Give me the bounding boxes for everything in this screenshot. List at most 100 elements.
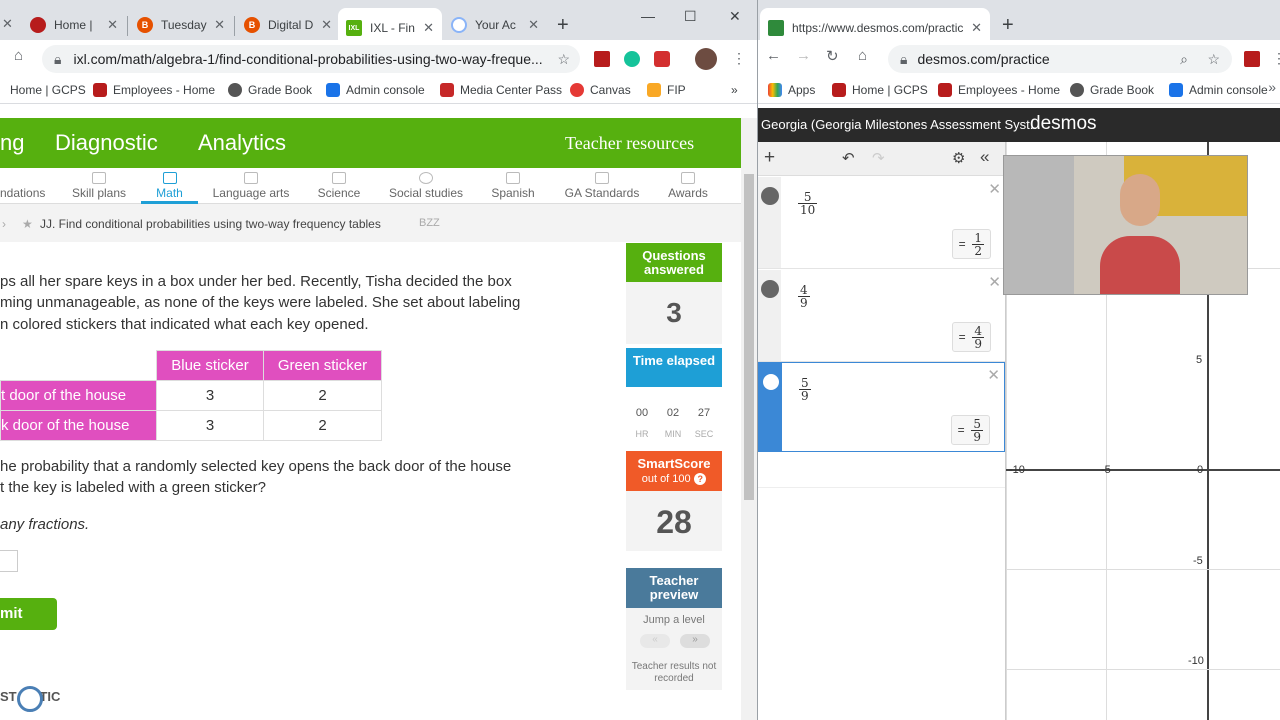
bookmark-label: Media Center Pass: [460, 83, 563, 97]
subnav-skill-plans[interactable]: Skill plans: [70, 172, 128, 200]
row-header: t door of the house: [0, 380, 157, 411]
maximize-icon[interactable]: ☐: [684, 8, 697, 25]
add-expression-icon[interactable]: +: [764, 147, 775, 169]
delete-expression-icon[interactable]: ✕: [987, 366, 1000, 384]
subnav-science[interactable]: Science: [316, 172, 362, 200]
back-icon[interactable]: ←: [766, 47, 781, 64]
home-icon[interactable]: ⌂: [14, 47, 23, 64]
tab-label: Digital D: [268, 18, 314, 32]
expression-row-selected[interactable]: ✕ 59 = 59: [758, 362, 1005, 452]
undo-icon[interactable]: ↶: [842, 149, 855, 167]
close-icon[interactable]: ✕: [971, 20, 982, 36]
bookmark-employees[interactable]: Employees - Home: [93, 83, 215, 97]
denominator: 9: [801, 389, 809, 403]
minimize-icon[interactable]: —: [641, 8, 655, 24]
star-icon[interactable]: ☆: [1207, 51, 1220, 68]
bookmark-grade-book[interactable]: Grade Book: [228, 83, 312, 97]
nav-teacher-resources[interactable]: Teacher resources: [565, 133, 694, 154]
cabinet-shape: [1004, 156, 1074, 294]
bookmark-admin-console[interactable]: Admin console: [1169, 83, 1268, 97]
close-icon[interactable]: ✕: [423, 20, 434, 36]
page-scrollbar[interactable]: [741, 118, 757, 720]
timer-unit: HR: [635, 429, 649, 439]
pdf-extension-icon[interactable]: [594, 51, 610, 67]
grammarly-icon[interactable]: [624, 51, 640, 67]
subnav-recommendations[interactable]: ndations: [0, 186, 45, 200]
delete-expression-icon[interactable]: ✕: [988, 180, 1001, 198]
bookmark-canvas[interactable]: Canvas: [570, 83, 631, 97]
home-icon[interactable]: ⌂: [858, 47, 867, 64]
star-icon[interactable]: ☆: [557, 51, 570, 68]
bookmark-home-gcps[interactable]: Home | GCPS: [10, 83, 86, 97]
screencast-icon[interactable]: [654, 51, 670, 67]
close-icon[interactable]: ✕: [107, 17, 118, 33]
close-icon[interactable]: ✕: [214, 17, 225, 33]
expression-color-icon[interactable]: [762, 373, 780, 391]
bookmark-media-center[interactable]: Media Center Pass: [440, 83, 562, 97]
subnav-spanish[interactable]: Spanish: [490, 172, 536, 200]
answer-input[interactable]: [0, 550, 18, 572]
collapse-icon[interactable]: «: [980, 147, 989, 167]
scrollbar-thumb[interactable]: [744, 174, 754, 500]
forward-icon[interactable]: →: [796, 47, 811, 64]
tab-tuesday[interactable]: B Tuesday ✕: [129, 8, 233, 42]
expression-row[interactable]: ✕ 49 = 49: [758, 270, 1005, 362]
folder-icon: [647, 83, 661, 97]
bookmark-home-gcps[interactable]: Home | GCPS: [832, 83, 928, 97]
pdf-extension-icon[interactable]: [1244, 51, 1260, 67]
nav-learning[interactable]: ng: [0, 130, 24, 156]
redo-icon[interactable]: ↷: [872, 149, 885, 167]
subnav-label: Spanish: [491, 186, 535, 200]
next-level-button[interactable]: »: [680, 634, 710, 648]
new-tab-icon[interactable]: +: [1002, 14, 1014, 37]
nav-diagnostic[interactable]: Diagnostic: [55, 130, 158, 156]
subnav-social-studies[interactable]: Social studies: [388, 172, 464, 200]
tab-digital[interactable]: B Digital D ✕: [236, 8, 340, 42]
previous-level-button[interactable]: «: [640, 634, 670, 648]
submit-button[interactable]: mit: [0, 598, 57, 630]
tab-your-account[interactable]: Your Ac ✕: [443, 8, 547, 42]
zoom-icon[interactable]: ⌕: [1180, 51, 1188, 68]
close-window-icon[interactable]: ✕: [729, 8, 741, 25]
close-icon[interactable]: ✕: [321, 17, 332, 33]
bookmark-label: Grade Book: [248, 83, 313, 97]
settings-gear-icon[interactable]: ⚙: [952, 149, 965, 167]
new-tab-icon[interactable]: +: [557, 14, 569, 37]
smartscore-value: 28: [626, 491, 722, 551]
bookmarks-more[interactable]: »: [731, 83, 738, 97]
subnav-language-arts[interactable]: Language arts: [211, 172, 291, 200]
bookmarks-more-icon[interactable]: »: [1268, 79, 1276, 95]
tab-close-icon[interactable]: ✕: [2, 16, 13, 32]
expression-row[interactable]: ✕ 5 10 = 12: [758, 177, 1005, 269]
left-address-bar[interactable]: 🔒︎ ixl.com/math/algebra-1/find-condition…: [42, 45, 580, 73]
expression-color-icon[interactable]: [761, 187, 779, 205]
screencast-logo-icon: [17, 686, 43, 712]
book-icon: [244, 172, 258, 184]
bookmark-employees[interactable]: Employees - Home: [938, 83, 1060, 97]
bookmark-grade-book[interactable]: Grade Book: [1070, 83, 1154, 97]
lock-icon: 🔒︎: [54, 50, 62, 67]
expression-color-icon[interactable]: [761, 280, 779, 298]
subnav-math[interactable]: Math: [141, 172, 198, 200]
table-cell: 3: [156, 380, 264, 411]
right-address-bar[interactable]: 🔒︎ desmos.com/practice ⌕ ☆: [888, 45, 1232, 73]
bookmark-fip[interactable]: FIP: [647, 83, 686, 97]
bookmark-admin-console[interactable]: Admin console: [326, 83, 425, 97]
close-icon[interactable]: ✕: [528, 17, 539, 33]
expression-fraction: 49: [798, 284, 810, 309]
star-icon[interactable]: ★: [22, 217, 33, 231]
menu-icon[interactable]: ⋮: [1272, 50, 1280, 67]
menu-icon[interactable]: ⋮: [732, 50, 746, 67]
tab-home-gcps[interactable]: Home | ✕: [22, 8, 126, 42]
subnav-awards[interactable]: Awards: [666, 172, 710, 200]
y-axis-label: 5: [1196, 354, 1203, 366]
bookmark-apps[interactable]: Apps: [768, 83, 815, 97]
reload-icon[interactable]: ↻: [826, 47, 839, 65]
empty-expression-row[interactable]: [758, 452, 1005, 488]
help-icon[interactable]: ?: [694, 473, 707, 485]
delete-expression-icon[interactable]: ✕: [988, 273, 1001, 291]
avatar[interactable]: [695, 48, 717, 70]
table-header: Green sticker: [263, 350, 382, 381]
subnav-ga-standards[interactable]: GA Standards: [563, 172, 641, 200]
nav-analytics[interactable]: Analytics: [198, 130, 286, 156]
